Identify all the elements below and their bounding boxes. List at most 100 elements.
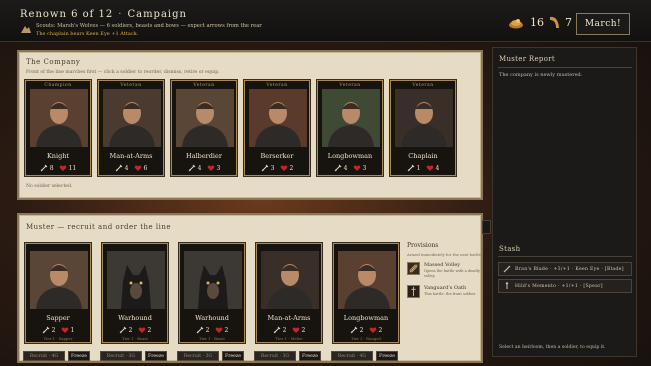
unit-tier: Tier 2 · Ranged — [351, 336, 381, 341]
recruit-card[interactable]: Warhound 2 2 Tier 1 · Beast — [179, 243, 245, 343]
health-value: 4 — [435, 164, 440, 172]
attack-icon — [261, 164, 269, 172]
unit-stats: 22 — [334, 326, 398, 334]
attack-icon — [119, 326, 127, 334]
unit-name: Warhound — [118, 314, 152, 322]
unit-rank: Veteran — [266, 83, 288, 88]
recruit-card[interactable]: Longbowman 2 2 Tier 2 · Ranged — [333, 243, 399, 343]
top-bar: Renown 6 of 12 · Campaign Scouts: Marsh's … — [0, 0, 651, 42]
unit-card[interactable]: Veteran Longbowman 4 3 — [317, 80, 383, 176]
scout-report: Scouts: Marsh's Wolves — 6 soldiers, bea… — [36, 23, 262, 29]
gold-icon — [509, 19, 523, 29]
attack-value: 2 — [282, 326, 287, 334]
stash-title: Stash — [499, 245, 521, 253]
attack-value: 1 — [416, 164, 421, 172]
freeze-button[interactable]: Freeze — [68, 351, 90, 361]
health-icon — [426, 165, 433, 171]
health-value: 2 — [378, 326, 383, 334]
selection-status: No soldier selected. — [26, 184, 73, 189]
unit-stats: 43 — [318, 164, 382, 172]
unit-name: Man-at-Arms — [109, 152, 153, 160]
provision-desc: This battle: the front soldier — [424, 292, 476, 296]
attack-value: 3 — [270, 164, 275, 172]
health-value: 2 — [224, 326, 229, 334]
stash-item-blade[interactable]: Bran's Blade · +3/+1 · Keen Eye · [Blade… — [498, 262, 632, 276]
recruit-button[interactable]: Recruit · 4G — [331, 351, 373, 361]
sidebar-panel: Muster Report The company is newly muste… — [492, 47, 637, 357]
muster-title: Muster — recruit and order the line — [26, 223, 172, 231]
volley-icon — [407, 262, 420, 275]
health-icon — [138, 327, 145, 333]
health-value: 2 — [301, 326, 306, 334]
unit-stats: 8 11 — [26, 164, 90, 172]
collapse-handle[interactable] — [482, 220, 491, 234]
attack-value: 4 — [197, 164, 202, 172]
health-icon — [369, 327, 376, 333]
stash-item-memento[interactable]: Hild's Memento · +1/+1 · [Spear] — [498, 279, 632, 293]
recruit-card[interactable]: Sapper 2 1 Tier 1 · Sapper — [25, 243, 91, 343]
march-button[interactable]: March! — [576, 13, 630, 35]
unit-stats: 22 — [180, 326, 244, 334]
unit-card[interactable]: Veteran Man-at-Arms 4 6 — [98, 80, 164, 176]
horn-count: 7 — [565, 16, 572, 29]
stash-label: Bran's Blade · +3/+1 · Keen Eye · [Blade… — [515, 266, 624, 272]
unit-tier: Tier 1 · Beast — [199, 336, 225, 341]
health-icon — [207, 165, 214, 171]
recruit-button[interactable]: Recruit · 3G — [100, 351, 142, 361]
recruit-actions: Recruit · 3G Freeze — [100, 351, 167, 361]
freeze-button[interactable]: Freeze — [376, 351, 398, 361]
mode-label: Campaign — [127, 9, 187, 20]
muster-report-text: The company is newly mustered. — [499, 72, 583, 78]
campaign-header: Renown 6 of 12 · Campaign — [20, 9, 187, 20]
recruit-card[interactable]: Warhound 2 2 Tier 1 · Beast — [102, 243, 168, 343]
unit-rank: Champion — [44, 83, 72, 88]
stash-hint: Select an heirloom, then a soldier, to e… — [499, 345, 606, 350]
recruit-button[interactable]: Recruit · 3G — [177, 351, 219, 361]
health-value: 2 — [147, 326, 152, 334]
portrait-image — [176, 89, 234, 147]
health-value: 1 — [70, 326, 75, 334]
attack-icon — [407, 164, 415, 172]
header-separator: · — [118, 9, 123, 20]
health-icon — [292, 327, 299, 333]
oath-icon — [407, 285, 420, 298]
provision-item[interactable]: Vanguard's Oath This battle: the front s… — [407, 285, 481, 307]
unit-card[interactable]: Veteran Chaplain 1 4 — [390, 80, 456, 176]
portrait-image — [30, 89, 88, 147]
unit-name: Sapper — [46, 314, 70, 322]
muster-panel: Muster — recruit and order the line Sapp… — [17, 213, 483, 363]
unit-tier: Tier 1 · Beast — [122, 336, 148, 341]
unit-stats: 21 — [26, 326, 90, 334]
company-title: The Company — [26, 58, 81, 66]
unit-tier: Tier 1 · Melee — [275, 336, 303, 341]
provisions-title: Provisions — [407, 242, 439, 249]
unit-card[interactable]: Champion Knight 8 11 — [25, 80, 91, 176]
recruit-actions: Recruit · 3G Freeze — [254, 351, 321, 361]
attack-value: 4 — [343, 164, 348, 172]
freeze-button[interactable]: Freeze — [222, 351, 244, 361]
recruit-button[interactable]: Recruit · 4G — [23, 351, 65, 361]
unit-card[interactable]: Veteran Berserker 3 2 — [244, 80, 310, 176]
unit-stats: 46 — [99, 164, 163, 172]
divider — [498, 67, 632, 68]
health-icon — [215, 327, 222, 333]
divider — [498, 256, 632, 257]
scout-warning: The chaplain bears Keen Eye +1 Attack. — [36, 31, 139, 37]
freeze-button[interactable]: Freeze — [145, 351, 167, 361]
blade-icon — [503, 265, 511, 273]
provision-item[interactable]: Massed Volley Opens the battle with a de… — [407, 262, 481, 284]
unit-stats: 22 — [257, 326, 321, 334]
company-panel: The Company Front of the line marches fi… — [17, 50, 483, 200]
portrait-image — [103, 89, 161, 147]
recruit-card[interactable]: Man-at-Arms 2 2 Tier 1 · Melee — [256, 243, 322, 343]
unit-name: Halberdier — [186, 152, 222, 160]
unit-card[interactable]: Veteran Halberdier 4 3 — [171, 80, 237, 176]
freeze-button[interactable]: Freeze — [299, 351, 321, 361]
attack-icon — [273, 326, 281, 334]
recruit-button[interactable]: Recruit · 3G — [254, 351, 296, 361]
recruit-actions: Recruit · 4G Freeze — [23, 351, 90, 361]
attack-value: 8 — [49, 164, 54, 172]
attack-value: 4 — [124, 164, 129, 172]
unit-stats: 14 — [391, 164, 455, 172]
unit-stats: 43 — [172, 164, 236, 172]
